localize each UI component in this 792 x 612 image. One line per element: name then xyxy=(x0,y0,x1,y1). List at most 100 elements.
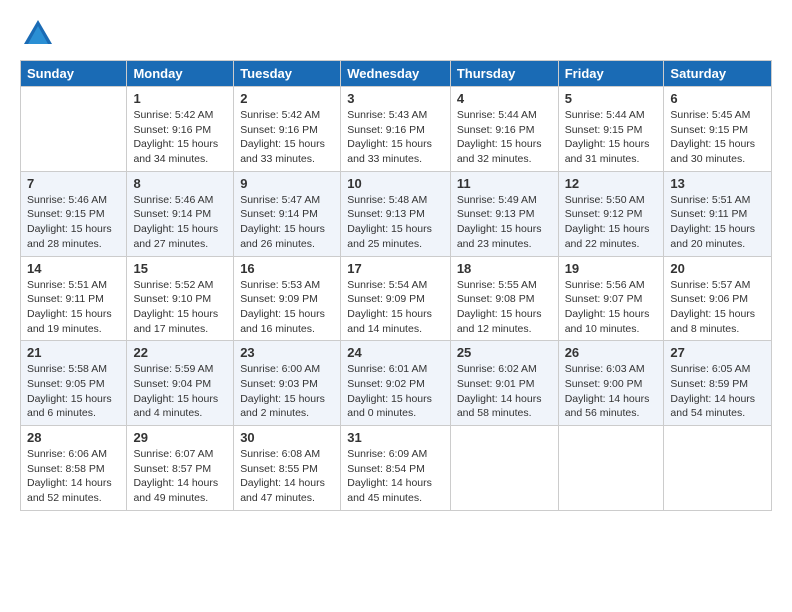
day-info: Sunrise: 6:07 AM Sunset: 8:57 PM Dayligh… xyxy=(133,447,227,506)
day-info: Sunrise: 5:51 AM Sunset: 9:11 PM Dayligh… xyxy=(27,278,120,337)
day-cell: 28Sunrise: 6:06 AM Sunset: 8:58 PM Dayli… xyxy=(21,426,127,511)
day-cell: 26Sunrise: 6:03 AM Sunset: 9:00 PM Dayli… xyxy=(558,341,664,426)
day-cell: 19Sunrise: 5:56 AM Sunset: 9:07 PM Dayli… xyxy=(558,256,664,341)
day-info: Sunrise: 5:46 AM Sunset: 9:15 PM Dayligh… xyxy=(27,193,120,252)
day-number: 1 xyxy=(133,91,227,106)
logo-icon xyxy=(20,16,56,52)
day-cell: 12 Sunrise: 5:50 AM Sunset: 9:12 PM Dayli… xyxy=(558,171,664,256)
day-info: Sunrise: 5:53 AM Sunset: 9:09 PM Dayligh… xyxy=(240,278,334,337)
day-number: 6 xyxy=(670,91,765,106)
day-cell: 1 Sunrise: 5:42 AM Sunset: 9:16 PM Daylig… xyxy=(127,87,234,172)
day-info: Sunrise: 6:01 AM Sunset: 9:02 PM Dayligh… xyxy=(347,362,444,421)
weekday-header-monday: Monday xyxy=(127,61,234,87)
day-number: 15 xyxy=(133,261,227,276)
day-cell: 21 Sunrise: 5:58 AM Sunset: 9:05 PM Dayli… xyxy=(21,341,127,426)
week-row-1: 1 Sunrise: 5:42 AM Sunset: 9:16 PM Daylig… xyxy=(21,87,772,172)
day-info: Sunrise: 5:50 AM Sunset: 9:12 PM Dayligh… xyxy=(565,193,658,252)
day-number: 2 xyxy=(240,91,334,106)
day-info: Sunrise: 5:46 AM Sunset: 9:14 PM Dayligh… xyxy=(133,193,227,252)
weekday-header-friday: Friday xyxy=(558,61,664,87)
day-info: Sunrise: 5:44 AM Sunset: 9:16 PM Dayligh… xyxy=(457,108,552,167)
day-info: Sunrise: 6:08 AM Sunset: 8:55 PM Dayligh… xyxy=(240,447,334,506)
day-cell: 16 Sunrise: 5:53 AM Sunset: 9:09 PM Dayli… xyxy=(234,256,341,341)
day-number: 12 xyxy=(565,176,658,191)
day-cell: 14 Sunrise: 5:51 AM Sunset: 9:11 PM Dayli… xyxy=(21,256,127,341)
day-info: Sunrise: 6:05 AM Sunset: 8:59 PM Dayligh… xyxy=(670,362,765,421)
day-number: 22 xyxy=(133,345,227,360)
day-cell: 24 Sunrise: 6:01 AM Sunset: 9:02 PM Dayli… xyxy=(341,341,451,426)
day-info: Sunrise: 5:52 AM Sunset: 9:10 PM Dayligh… xyxy=(133,278,227,337)
week-row-3: 14 Sunrise: 5:51 AM Sunset: 9:11 PM Dayli… xyxy=(21,256,772,341)
day-number: 10 xyxy=(347,176,444,191)
day-number: 26 xyxy=(565,345,658,360)
day-number: 17 xyxy=(347,261,444,276)
day-cell xyxy=(450,426,558,511)
day-number: 13 xyxy=(670,176,765,191)
day-number: 29 xyxy=(133,430,227,445)
day-info: Sunrise: 5:48 AM Sunset: 9:13 PM Dayligh… xyxy=(347,193,444,252)
calendar-table: SundayMondayTuesdayWednesdayThursdayFrid… xyxy=(20,60,772,511)
week-row-2: 7 Sunrise: 5:46 AM Sunset: 9:15 PM Daylig… xyxy=(21,171,772,256)
day-info: Sunrise: 5:54 AM Sunset: 9:09 PM Dayligh… xyxy=(347,278,444,337)
day-number: 30 xyxy=(240,430,334,445)
day-cell: 2 Sunrise: 5:42 AM Sunset: 9:16 PM Daylig… xyxy=(234,87,341,172)
day-cell: 4 Sunrise: 5:44 AM Sunset: 9:16 PM Daylig… xyxy=(450,87,558,172)
day-info: Sunrise: 5:42 AM Sunset: 9:16 PM Dayligh… xyxy=(133,108,227,167)
day-cell: 9 Sunrise: 5:47 AM Sunset: 9:14 PM Daylig… xyxy=(234,171,341,256)
day-cell: 13 Sunrise: 5:51 AM Sunset: 9:11 PM Dayli… xyxy=(664,171,772,256)
day-number: 16 xyxy=(240,261,334,276)
day-info: Sunrise: 5:44 AM Sunset: 9:15 PM Dayligh… xyxy=(565,108,658,167)
day-cell: 30 Sunrise: 6:08 AM Sunset: 8:55 PM Dayli… xyxy=(234,426,341,511)
day-info: Sunrise: 5:51 AM Sunset: 9:11 PM Dayligh… xyxy=(670,193,765,252)
week-row-5: 28Sunrise: 6:06 AM Sunset: 8:58 PM Dayli… xyxy=(21,426,772,511)
day-cell xyxy=(558,426,664,511)
weekday-header-row: SundayMondayTuesdayWednesdayThursdayFrid… xyxy=(21,61,772,87)
day-cell: 23 Sunrise: 6:00 AM Sunset: 9:03 PM Dayli… xyxy=(234,341,341,426)
header xyxy=(20,16,772,52)
day-number: 14 xyxy=(27,261,120,276)
day-cell: 7 Sunrise: 5:46 AM Sunset: 9:15 PM Daylig… xyxy=(21,171,127,256)
day-cell xyxy=(21,87,127,172)
day-info: Sunrise: 5:56 AM Sunset: 9:07 PM Dayligh… xyxy=(565,278,658,337)
day-info: Sunrise: 6:00 AM Sunset: 9:03 PM Dayligh… xyxy=(240,362,334,421)
day-cell: 31 Sunrise: 6:09 AM Sunset: 8:54 PM Dayli… xyxy=(341,426,451,511)
day-cell: 3Sunrise: 5:43 AM Sunset: 9:16 PM Daylig… xyxy=(341,87,451,172)
day-info: Sunrise: 6:09 AM Sunset: 8:54 PM Dayligh… xyxy=(347,447,444,506)
day-info: Sunrise: 5:47 AM Sunset: 9:14 PM Dayligh… xyxy=(240,193,334,252)
day-info: Sunrise: 6:02 AM Sunset: 9:01 PM Dayligh… xyxy=(457,362,552,421)
day-number: 5 xyxy=(565,91,658,106)
logo xyxy=(20,16,60,52)
day-cell: 11 Sunrise: 5:49 AM Sunset: 9:13 PM Dayli… xyxy=(450,171,558,256)
day-number: 21 xyxy=(27,345,120,360)
day-number: 9 xyxy=(240,176,334,191)
weekday-header-saturday: Saturday xyxy=(664,61,772,87)
day-number: 7 xyxy=(27,176,120,191)
day-cell: 10 Sunrise: 5:48 AM Sunset: 9:13 PM Dayli… xyxy=(341,171,451,256)
day-info: Sunrise: 6:06 AM Sunset: 8:58 PM Dayligh… xyxy=(27,447,120,506)
day-number: 11 xyxy=(457,176,552,191)
day-info: Sunrise: 5:58 AM Sunset: 9:05 PM Dayligh… xyxy=(27,362,120,421)
day-number: 4 xyxy=(457,91,552,106)
weekday-header-wednesday: Wednesday xyxy=(341,61,451,87)
day-cell: 27Sunrise: 6:05 AM Sunset: 8:59 PM Dayli… xyxy=(664,341,772,426)
day-cell: 22 Sunrise: 5:59 AM Sunset: 9:04 PM Dayli… xyxy=(127,341,234,426)
day-cell: 8Sunrise: 5:46 AM Sunset: 9:14 PM Daylig… xyxy=(127,171,234,256)
day-number: 24 xyxy=(347,345,444,360)
day-number: 3 xyxy=(347,91,444,106)
day-cell: 6 Sunrise: 5:45 AM Sunset: 9:15 PM Daylig… xyxy=(664,87,772,172)
day-cell: 29 Sunrise: 6:07 AM Sunset: 8:57 PM Dayli… xyxy=(127,426,234,511)
weekday-header-sunday: Sunday xyxy=(21,61,127,87)
day-info: Sunrise: 5:45 AM Sunset: 9:15 PM Dayligh… xyxy=(670,108,765,167)
day-cell: 17 Sunrise: 5:54 AM Sunset: 9:09 PM Dayli… xyxy=(341,256,451,341)
day-cell xyxy=(664,426,772,511)
day-info: Sunrise: 5:59 AM Sunset: 9:04 PM Dayligh… xyxy=(133,362,227,421)
day-cell: 20Sunrise: 5:57 AM Sunset: 9:06 PM Dayli… xyxy=(664,256,772,341)
day-cell: 25 Sunrise: 6:02 AM Sunset: 9:01 PM Dayli… xyxy=(450,341,558,426)
day-info: Sunrise: 5:49 AM Sunset: 9:13 PM Dayligh… xyxy=(457,193,552,252)
day-number: 25 xyxy=(457,345,552,360)
day-info: Sunrise: 5:42 AM Sunset: 9:16 PM Dayligh… xyxy=(240,108,334,167)
day-number: 18 xyxy=(457,261,552,276)
day-number: 23 xyxy=(240,345,334,360)
day-info: Sunrise: 5:55 AM Sunset: 9:08 PM Dayligh… xyxy=(457,278,552,337)
day-number: 31 xyxy=(347,430,444,445)
